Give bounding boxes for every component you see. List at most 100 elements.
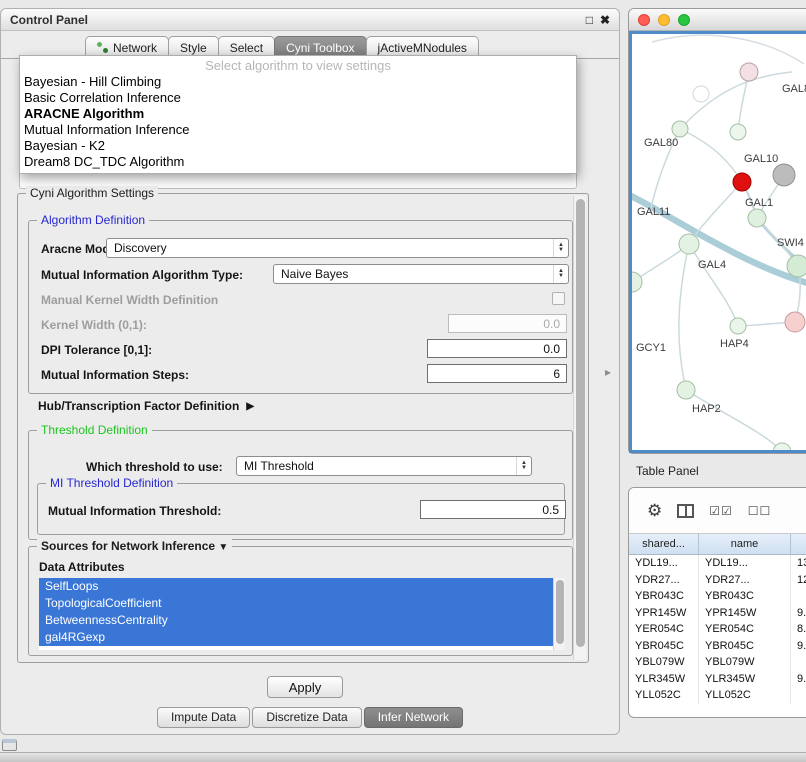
network-node[interactable] [693, 86, 709, 102]
algorithm-option-basic-correlation-inference[interactable]: Basic Correlation Inference [20, 90, 576, 106]
hub-definition-expander[interactable]: Hub/Transcription Factor Definition ▶ [38, 399, 254, 413]
table-cell: YER054C [699, 621, 791, 638]
kernel-width-field[interactable]: 0.0 [448, 314, 567, 333]
combo-arrows-icon: ▲ ▼ [553, 239, 568, 257]
close-icon[interactable]: ✖ [600, 13, 610, 27]
mi-algorithm-type-label: Mutual Information Algorithm Type: [41, 268, 243, 282]
mi-threshold-label: Mutual Information Threshold: [48, 504, 221, 518]
float-window-icon[interactable]: □ [586, 13, 593, 27]
algorithm-option-bayesian-hill-climbing[interactable]: Bayesian - Hill Climbing [20, 74, 576, 90]
bottom-tab-infer-network[interactable]: Infer Network [364, 707, 463, 728]
table-row[interactable]: YBR043CYBR043C [629, 588, 806, 605]
network-canvas[interactable]: GAL8GAL80GAL10GAL11GAL1SWI4GAL4GCY1HAP4H… [632, 34, 806, 452]
panel-title: Control Panel [10, 13, 88, 27]
control-panel-titlebar[interactable]: Control Panel □ ✖ [1, 9, 619, 31]
network-edge[interactable] [686, 390, 782, 452]
algorithm-definition-title: Algorithm Definition [37, 213, 149, 227]
table-cell: 12 [791, 574, 806, 586]
network-node[interactable] [632, 272, 642, 292]
data-attributes-list[interactable]: SelfLoopsTopologicalCoefficientBetweenne… [39, 578, 553, 650]
table-row[interactable]: YPR145WYPR145W9. [629, 605, 806, 622]
mi-threshold-definition-group: MI Threshold Definition Mutual Informati… [37, 483, 565, 535]
network-node[interactable] [672, 121, 688, 137]
desktop: { "icons": { "up_arrow": "▲", "down_arro… [0, 0, 806, 762]
algorithm-option-mutual-information-inference[interactable]: Mutual Information Inference [20, 122, 576, 138]
sources-group-title[interactable]: Sources for Network Inference ▼ [37, 539, 232, 553]
cyni-algorithm-settings-group: Cyni Algorithm Settings Algorithm Defini… [17, 193, 589, 663]
apply-button[interactable]: Apply [267, 676, 343, 698]
scrollbar-thumb[interactable] [556, 580, 564, 644]
panel-collapse-arrow[interactable]: ▸ [605, 365, 611, 379]
attribute-item-betweennesscentrality[interactable]: BetweennessCentrality [39, 612, 553, 629]
table-row[interactable]: YDR27...YDR27...12 [629, 572, 806, 589]
bottom-tab-impute-data[interactable]: Impute Data [157, 707, 250, 728]
close-button[interactable] [638, 14, 650, 26]
kernel-width-value: 0.0 [543, 317, 560, 331]
algorithm-option-dream8-dc-tdc-algorithm[interactable]: Dream8 DC_TDC Algorithm [20, 154, 576, 170]
mi-algorithm-type-select[interactable]: Naive Bayes ▲ ▼ [273, 264, 569, 284]
algorithm-option-aracne-algorithm[interactable]: ARACNE Algorithm [20, 106, 576, 122]
table-row[interactable]: YER054CYER054C8. [629, 621, 806, 638]
table-row[interactable]: YBR045CYBR045C9. [629, 638, 806, 655]
select-all-columns-icon[interactable]: ☑☑ [709, 504, 733, 518]
network-node[interactable] [733, 173, 751, 191]
bottom-tab-bar: Impute DataDiscretize DataInfer Network [1, 707, 619, 728]
algorithm-option-bayesian-k2[interactable]: Bayesian - K2 [20, 138, 576, 154]
network-edge[interactable] [679, 244, 689, 390]
table-cell: YBR043C [629, 588, 699, 605]
network-node[interactable] [785, 312, 805, 332]
settings-scrollbar[interactable] [573, 196, 586, 660]
zoom-button[interactable] [678, 14, 690, 26]
table-column-header-shared[interactable]: shared... [629, 534, 699, 554]
node-label-hap2: HAP2 [692, 403, 721, 415]
minimize-button[interactable] [658, 14, 670, 26]
mi-threshold-field[interactable]: 0.5 [420, 500, 566, 519]
deselect-columns-icon[interactable]: ☐☐ [748, 504, 772, 518]
table-cell: YLR345W [629, 671, 699, 688]
table-cell: 9. [791, 640, 806, 652]
which-threshold-select[interactable]: MI Threshold ▲ ▼ [236, 456, 532, 476]
network-edge[interactable] [689, 244, 738, 326]
network-node[interactable] [748, 209, 766, 227]
attribute-item-selfloops[interactable]: SelfLoops [39, 578, 553, 595]
table-column-header-col-2[interactable] [791, 534, 806, 554]
aracne-mode-select[interactable]: Discovery ▲ ▼ [106, 238, 569, 258]
table-row[interactable]: YBL079WYBL079W [629, 654, 806, 671]
node-label-gal1: GAL1 [745, 197, 773, 209]
dpi-tolerance-field[interactable]: 0.0 [427, 339, 567, 358]
network-window-titlebar[interactable] [629, 9, 806, 31]
network-node[interactable] [773, 443, 791, 452]
network-node[interactable] [730, 124, 746, 140]
scrollbar-thumb[interactable] [576, 199, 585, 647]
network-node[interactable] [679, 234, 699, 254]
network-edge[interactable] [652, 35, 804, 64]
table-row[interactable]: YDL19...YDL19...13 [629, 555, 806, 572]
collapse-arrow-icon: ▼ [218, 542, 228, 553]
network-node[interactable] [730, 318, 746, 334]
mi-steps-field[interactable]: 6 [427, 364, 567, 383]
table-cell: YLL052C [629, 687, 699, 704]
algorithm-option-list: Bayesian - Hill ClimbingBasic Correlatio… [20, 74, 576, 170]
bottom-tab-discretize-data[interactable]: Discretize Data [252, 707, 361, 728]
network-node[interactable] [740, 63, 758, 81]
which-threshold-value: MI Threshold [237, 459, 516, 473]
down-arrow-icon: ▼ [558, 274, 564, 279]
expand-arrow-icon: ▶ [246, 401, 254, 412]
manual-kernel-width-checkbox[interactable] [552, 292, 565, 305]
kernel-width-label: Kernel Width (0,1): [41, 318, 147, 332]
gear-icon[interactable]: ⚙ [647, 502, 662, 519]
columns-icon[interactable] [677, 504, 694, 518]
attribute-item-gal4rgexp[interactable]: gal4RGexp [39, 629, 553, 646]
tab-label: Style [180, 41, 207, 55]
network-node[interactable] [787, 255, 806, 277]
table-row[interactable]: YLR345WYLR345W9. [629, 671, 806, 688]
minimized-window-icon[interactable] [2, 739, 17, 751]
attribute-list-scrollbar[interactable] [553, 578, 565, 650]
taskbar [0, 752, 806, 762]
network-node[interactable] [677, 381, 695, 399]
tab-label: Select [230, 41, 263, 55]
attribute-item-topologicalcoefficient[interactable]: TopologicalCoefficient [39, 595, 553, 612]
network-node[interactable] [773, 164, 795, 186]
table-row[interactable]: YLL052CYLL052C [629, 687, 806, 704]
table-column-header-name[interactable]: name [699, 534, 791, 554]
